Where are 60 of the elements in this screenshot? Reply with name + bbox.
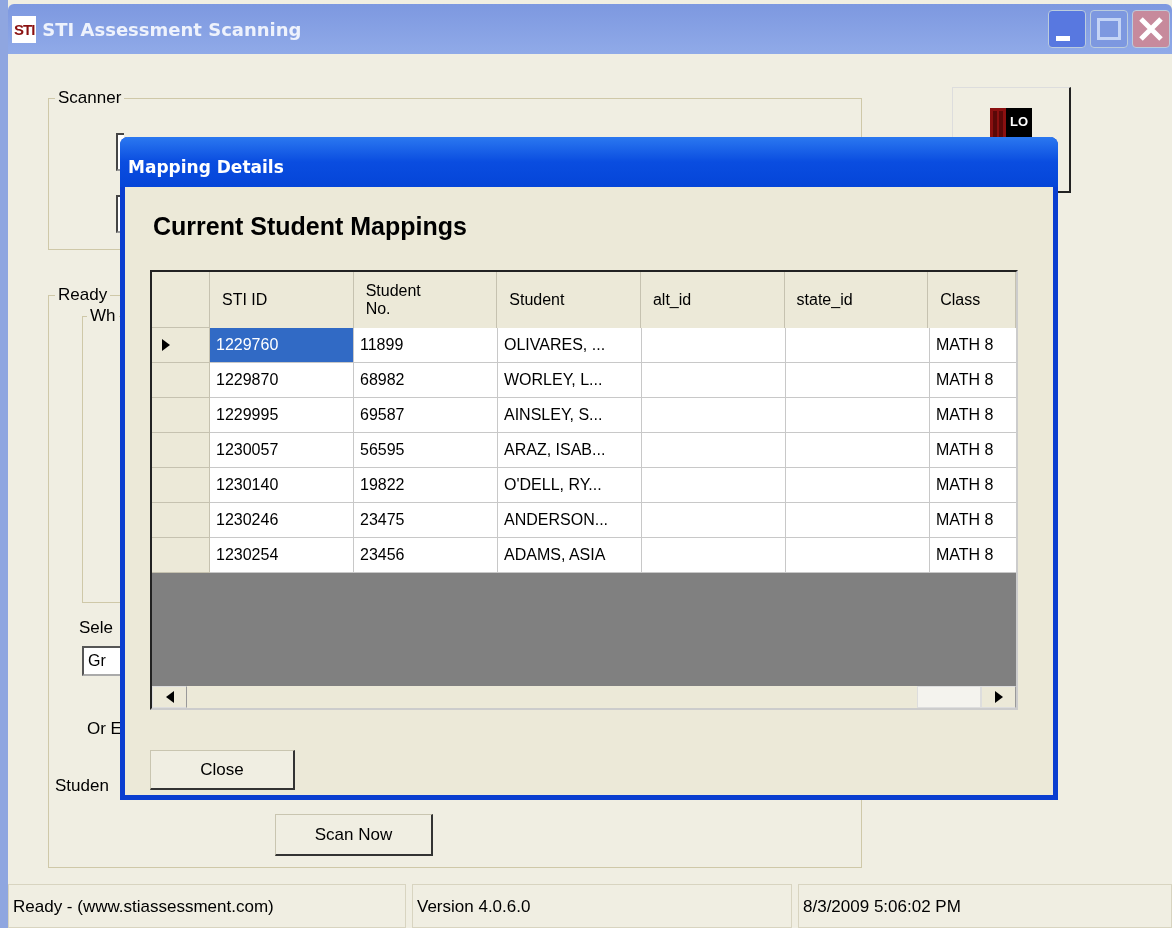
horizontal-scrollbar[interactable] — [152, 686, 1016, 708]
table-cell: ARAZ, ISAB... — [498, 433, 642, 468]
row-header[interactable] — [152, 328, 210, 363]
table-cell: 23456 — [354, 538, 498, 573]
dialog-heading: Current Student Mappings — [153, 212, 468, 242]
corner-cell — [152, 272, 210, 328]
column-header[interactable]: alt_id — [640, 272, 785, 328]
table-cell: MATH 8 — [930, 538, 1016, 573]
dialog-title: Mapping Details — [128, 157, 284, 177]
table-cell: 1230254 — [210, 538, 354, 573]
maximize-button[interactable] — [1090, 10, 1128, 48]
table-cell: WORLEY, L... — [498, 363, 642, 398]
table-cell: 23475 — [354, 503, 498, 538]
status-panel: Version 4.0.6.0 — [412, 884, 792, 928]
column-header[interactable]: Student No. — [353, 272, 498, 328]
table-cell: 56595 — [354, 433, 498, 468]
status-panel: Ready - (www.stiassessment.com) — [8, 884, 406, 928]
table-cell: MATH 8 — [930, 433, 1016, 468]
right-arrow-icon — [994, 691, 1003, 703]
app-logo: STI — [12, 15, 37, 43]
scroll-thumb[interactable] — [917, 686, 981, 708]
maximize-icon — [1097, 18, 1121, 40]
table-cell: MATH 8 — [930, 363, 1016, 398]
table-cell: 11899 — [354, 328, 498, 363]
window-title: STI Assessment Scanning — [42, 18, 302, 40]
minimize-icon — [1056, 35, 1070, 41]
column-header[interactable]: STI ID — [210, 272, 354, 328]
table-cell: O'DELL, RY... — [498, 468, 642, 503]
left-arrow-icon — [165, 691, 174, 703]
table-cell: AINSLEY, S... — [498, 398, 642, 433]
table-cell: 1230140 — [210, 468, 354, 503]
minimize-button[interactable] — [1048, 10, 1086, 48]
close-button[interactable] — [1132, 10, 1170, 48]
table-cell: 1230246 — [210, 503, 354, 538]
group-label: Ready — [55, 285, 111, 305]
table-cell: MATH 8 — [930, 328, 1016, 363]
table-cell: ADAMS, ASIA — [498, 538, 642, 573]
table-cell: 1229995 — [210, 398, 354, 433]
table-cell: ANDERSON... — [498, 503, 642, 538]
column-header[interactable]: Student — [497, 272, 641, 328]
scan-now-button[interactable]: Scan Now — [275, 814, 433, 856]
table-cell: 68982 — [354, 363, 498, 398]
table-cell: 1229870 — [210, 363, 354, 398]
scroll-right-button[interactable] — [981, 686, 1016, 708]
current-row-icon — [162, 339, 170, 351]
status-panel: 8/3/2009 5:06:02 PM — [798, 884, 1172, 928]
table-cell: 1230057 — [210, 433, 354, 468]
close-dialog-button[interactable]: Close — [150, 750, 295, 790]
table-cell: MATH 8 — [930, 468, 1016, 503]
table-cell: 19822 — [354, 468, 498, 503]
student-label: Studen — [55, 776, 109, 796]
table-cell: OLIVARES, ... — [498, 328, 642, 363]
select-label: Sele — [79, 618, 114, 638]
table-cell: MATH 8 — [930, 398, 1016, 433]
scroll-left-button[interactable] — [152, 686, 187, 708]
table-cell: MATH 8 — [930, 503, 1016, 538]
column-header[interactable]: state_id — [784, 272, 929, 328]
table-cell: 69587 — [354, 398, 498, 433]
column-header[interactable]: Class — [928, 272, 1016, 328]
table-cell: 1229760 — [210, 328, 354, 363]
